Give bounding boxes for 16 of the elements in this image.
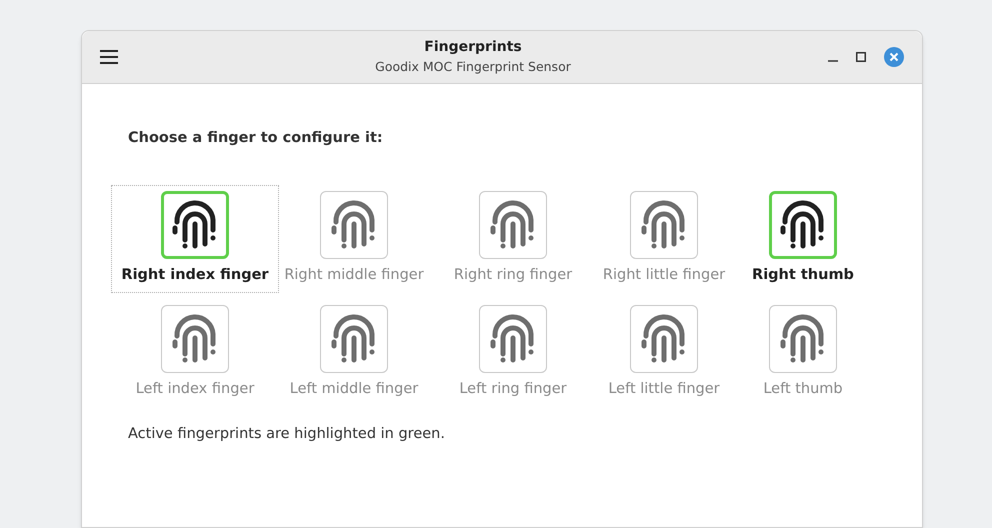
finger-button[interactable]: Left little finger bbox=[598, 298, 730, 406]
finger-button[interactable]: Right index finger bbox=[111, 184, 279, 292]
finger-button[interactable]: Right ring finger bbox=[444, 184, 582, 292]
prompt-text: Choose a finger to configure it: bbox=[128, 129, 384, 148]
window-title: Fingerprints bbox=[424, 38, 522, 58]
finger-button[interactable]: Left ring finger bbox=[449, 298, 577, 406]
window-subtitle: Goodix MOC Fingerprint Sensor bbox=[375, 58, 571, 76]
finger-button[interactable]: Left index finger bbox=[126, 298, 264, 406]
hint-text: Active fingerprints are highlighted in green. bbox=[128, 425, 446, 444]
finger-button[interactable]: Left middle finger bbox=[280, 298, 428, 406]
menu-icon[interactable] bbox=[100, 50, 118, 64]
finger-button[interactable]: Right thumb bbox=[742, 184, 864, 292]
finger-button[interactable]: Right little finger bbox=[592, 184, 736, 292]
finger-button[interactable]: Left thumb bbox=[753, 298, 853, 406]
close-icon[interactable] bbox=[884, 47, 904, 67]
maximize-icon[interactable] bbox=[856, 52, 866, 62]
